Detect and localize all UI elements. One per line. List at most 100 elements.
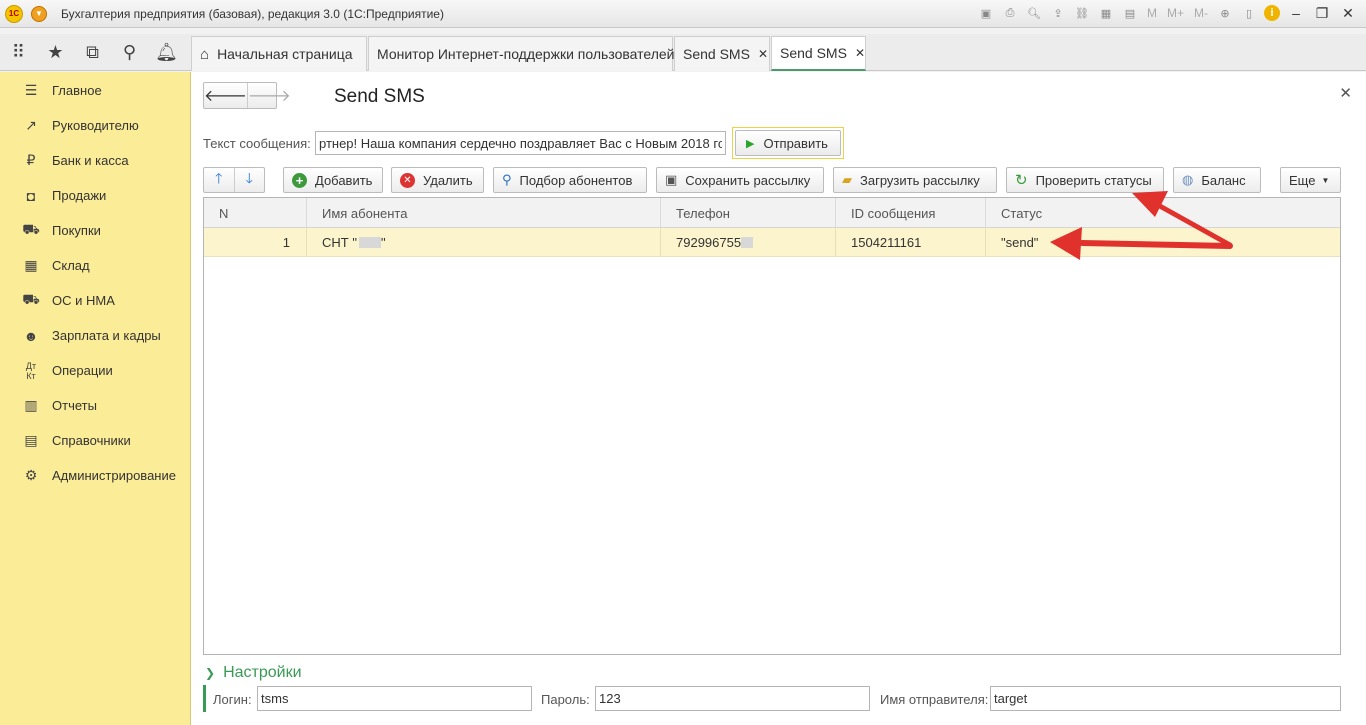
message-label: Текст сообщения: — [203, 136, 311, 151]
sidebar-item-bank[interactable]: ₽ Банк и касса — [0, 143, 190, 178]
sidebar-item-label: Главное — [52, 83, 102, 98]
panels-icon[interactable]: ▯ — [1240, 4, 1258, 22]
restore-button[interactable]: ❐ — [1312, 4, 1332, 22]
subscribers-table: N Имя абонента Телефон ID сообщения Стат… — [203, 197, 1341, 655]
memory-minus-button[interactable]: M- — [1192, 4, 1210, 22]
cell-message-id: 1504211161 — [836, 228, 986, 256]
title-bar: 1С ▼ Бухгалтерия предприятия (базовая), … — [0, 0, 1366, 28]
dt-kt-icon: Дт Кт — [25, 360, 37, 381]
favorites-star-icon[interactable]: ★ — [37, 34, 74, 71]
save-icon[interactable]: ▣ — [977, 4, 995, 22]
print-icon[interactable]: ⎙ — [1001, 4, 1019, 22]
sidebar-item-reports[interactable]: ▥ Отчеты — [0, 388, 190, 423]
app-logo-icon: 1С — [5, 4, 23, 23]
play-icon: ▶ — [746, 137, 755, 150]
balance-label: Баланс — [1201, 172, 1246, 188]
sidebar-item-operations[interactable]: Дт Кт Операции — [0, 353, 190, 388]
sidebar-item-label: Руководителю — [52, 118, 139, 133]
password-field[interactable] — [595, 686, 870, 711]
column-header-message-id[interactable]: ID сообщения — [836, 198, 986, 228]
redacted-mark — [358, 236, 381, 248]
login-field[interactable] — [257, 686, 532, 711]
save-mailing-button[interactable]: ▣ Сохранить рассылку — [656, 167, 824, 193]
tab-support-monitor[interactable]: Монитор Интернет-поддержки пользователей… — [368, 36, 693, 71]
tab-send-sms-2[interactable]: Send SMS ✕ — [771, 36, 866, 71]
tab-label: Начальная страница — [217, 46, 353, 62]
send-button[interactable]: ▶ Отправить — [735, 130, 841, 156]
message-text-input[interactable] — [315, 131, 726, 155]
bell-icon[interactable]: 🔔︎ — [148, 34, 185, 71]
sidebar-item-assets[interactable]: ⛟ ОС и НМА — [0, 283, 190, 318]
attach-icon[interactable]: ⇪ — [1049, 4, 1067, 22]
delete-button[interactable]: ✕ Удалить — [391, 167, 484, 193]
close-tab-icon[interactable]: ✕ — [758, 47, 768, 61]
balance-button[interactable]: ◍ Баланс — [1173, 167, 1261, 193]
column-header-name[interactable]: Имя абонента — [307, 198, 661, 228]
apps-grid-icon[interactable]: ⠿ — [0, 34, 37, 71]
check-statuses-button[interactable]: ↻ Проверить статусы — [1006, 167, 1164, 193]
minimize-button[interactable]: – — [1286, 4, 1306, 22]
tab-send-sms-1[interactable]: Send SMS ✕ — [674, 36, 770, 71]
column-header-status[interactable]: Статус — [986, 198, 1340, 228]
memory-plus-button[interactable]: M+ — [1165, 4, 1186, 22]
sidebar-item-catalogs[interactable]: ▤ Справочники — [0, 423, 190, 458]
sidebar-item-warehouse[interactable]: ▦ Склад — [0, 248, 190, 283]
more-menu-button[interactable]: Еще ▼ — [1280, 167, 1341, 193]
quick-panel: ⠿ ★ ⧉ ⚲ 🔔︎ — [0, 34, 191, 71]
floppy-disk-icon: ▣ — [665, 172, 678, 187]
tab-home[interactable]: ⌂ Начальная страница — [191, 36, 367, 71]
sidebar-item-label: Зарплата и кадры — [52, 328, 161, 343]
send-sms-form: 🡐 🡒 Send SMS ✕ Текст сообщения: ▶ Отправ… — [191, 72, 1366, 725]
sender-name-field[interactable] — [990, 686, 1341, 711]
cell-phone-text: 792996755 — [676, 234, 742, 250]
save-mailing-label: Сохранить рассылку — [685, 172, 811, 188]
add-button[interactable]: + Добавить — [283, 167, 383, 193]
sidebar-item-label: Операции — [52, 363, 113, 378]
table-row[interactable]: 1 СНТ " " 792996755 1504211161 "send" — [204, 228, 1340, 257]
tab-label: Монитор Интернет-поддержки пользователей — [377, 46, 675, 62]
sidebar-item-label: Отчеты — [52, 398, 97, 413]
sidebar-item-sales[interactable]: ◘ Продажи — [0, 178, 190, 213]
password-label: Пароль: — [541, 692, 590, 707]
close-window-button[interactable]: ✕ — [1338, 4, 1358, 22]
zoom-icon[interactable]: ⊕ — [1216, 4, 1234, 22]
trend-up-icon: ↗ — [25, 117, 37, 133]
title-toolbar: ▣ ⎙ 🔍︎ ⇪ ⛓︎ ▦ ▤ M M+ M- ⊕ ▯ i – ❐ ✕ — [977, 4, 1358, 22]
back-arrow-icon[interactable]: 🡐 — [204, 83, 247, 108]
settings-group-toggle[interactable]: ❯ Настройки — [205, 664, 302, 682]
shopping-bag-icon: ◘ — [26, 187, 36, 204]
settings-accent-bar — [203, 685, 206, 712]
app-title: Бухгалтерия предприятия (базовая), редак… — [61, 6, 444, 21]
table-header: N Имя абонента Телефон ID сообщения Стат… — [204, 198, 1340, 228]
column-header-phone[interactable]: Телефон — [661, 198, 836, 228]
cell-phone: 792996755 — [661, 228, 836, 256]
sidebar-item-manager[interactable]: ↗ Руководителю — [0, 108, 190, 143]
load-mailing-button[interactable]: ▰ Загрузить рассылку — [833, 167, 997, 193]
move-up-arrow-icon[interactable]: 🡑 — [204, 168, 234, 192]
sidebar-item-purchases[interactable]: ⛟ Покупки — [0, 213, 190, 248]
sidebar-item-main[interactable]: ☰ Главное — [0, 73, 190, 108]
move-buttons-group: 🡑 🡓 — [203, 167, 265, 193]
close-form-icon[interactable]: ✕ — [1339, 84, 1352, 102]
info-icon[interactable]: i — [1264, 5, 1280, 21]
send-button-focus-frame: ▶ Отправить — [732, 127, 844, 159]
preview-icon[interactable]: 🔍︎ — [1025, 4, 1043, 22]
close-tab-icon[interactable]: ✕ — [855, 46, 865, 60]
delete-button-label: Удалить — [423, 172, 473, 188]
sender-name-label: Имя отправителя: — [880, 692, 989, 707]
open-folder-icon: ▰ — [842, 172, 852, 187]
calendar-icon[interactable]: ▤ — [1121, 4, 1139, 22]
move-down-arrow-icon[interactable]: 🡓 — [233, 168, 265, 192]
forward-arrow-icon[interactable]: 🡒 — [246, 83, 291, 108]
link-icon[interactable]: ⛓︎ — [1073, 4, 1091, 22]
main-menu-button[interactable]: ▼ — [31, 5, 47, 22]
column-header-n[interactable]: N — [204, 198, 307, 228]
search-icon[interactable]: ⚲ — [111, 34, 148, 71]
history-icon[interactable]: ⧉ — [74, 34, 111, 71]
warehouse-icon: ▦ — [24, 257, 38, 273]
sidebar-item-payroll[interactable]: ☻ Зарплата и кадры — [0, 318, 190, 353]
select-subscribers-button[interactable]: ⚲ Подбор абонентов — [493, 167, 647, 193]
sidebar-item-admin[interactable]: ⚙ Администрирование — [0, 458, 190, 493]
memory-m-button[interactable]: M — [1145, 4, 1159, 22]
calculator-icon[interactable]: ▦ — [1097, 4, 1115, 22]
